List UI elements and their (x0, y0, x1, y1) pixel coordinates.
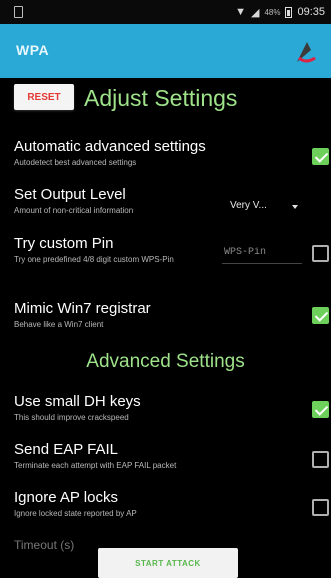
setting-small-dh-keys[interactable]: Use small DH keys This should improve cr… (0, 393, 331, 433)
battery-icon (285, 6, 293, 18)
output-level-value: Very V... (230, 200, 267, 211)
setting-custom-pin[interactable]: Try custom Pin Try one predefined 4/8 di… (0, 235, 331, 285)
setting-summary: Ignore locked state reported by AP (14, 509, 137, 518)
output-level-spinner[interactable]: Very V... (228, 197, 308, 217)
sim-card-icon (14, 6, 23, 18)
wps-pin-input[interactable] (222, 241, 302, 264)
automatic-advanced-checkbox[interactable] (312, 148, 329, 165)
custom-pin-checkbox[interactable] (312, 245, 329, 262)
start-attack-button[interactable]: START ATTACK (98, 548, 238, 578)
setting-title: Try custom Pin (14, 235, 114, 252)
setting-summary: Amount of non-critical information (14, 206, 134, 215)
status-bar: ▼ ◢ 48% 09:35 (0, 0, 331, 24)
setting-ignore-ap-locks[interactable]: Ignore AP locks Ignore locked state repo… (0, 489, 331, 529)
app-bar: WPA (0, 24, 331, 78)
ignore-ap-locks-checkbox[interactable] (312, 499, 329, 516)
setting-title: Set Output Level (14, 186, 126, 203)
dropdown-arrow-icon (292, 205, 298, 209)
setting-summary: Autodetect best advanced settings (14, 158, 137, 167)
setting-summary: This should improve crackspeed (14, 413, 129, 422)
setting-title: Mimic Win7 registrar (14, 300, 151, 317)
settings-header: RESET Adjust Settings (0, 78, 331, 124)
setting-summary: Try one predefined 4/8 digit custom WPS-… (14, 255, 174, 264)
reset-button[interactable]: RESET (14, 84, 74, 110)
setting-send-eap-fail[interactable]: Send EAP FAIL Terminate each attempt wit… (0, 441, 331, 481)
signal-icon: ◢ (250, 6, 260, 19)
status-icons: ▼ ◢ 48% 09:35 (235, 4, 325, 20)
section-title-advanced-settings: Advanced Settings (86, 351, 245, 372)
setting-title: Use small DH keys (14, 393, 141, 410)
status-time: 09:35 (297, 6, 325, 18)
small-dh-keys-checkbox[interactable] (312, 401, 329, 418)
section-title-adjust-settings: Adjust Settings (84, 85, 238, 111)
setting-title: Ignore AP locks (14, 489, 118, 506)
mimic-win7-checkbox[interactable] (312, 307, 329, 324)
battery-percent: 48% (264, 7, 281, 17)
setting-automatic-advanced[interactable]: Automatic advanced settings Autodetect b… (0, 138, 331, 178)
setting-mimic-win7[interactable]: Mimic Win7 registrar Behave like a Win7 … (0, 300, 331, 340)
setting-output-level[interactable]: Set Output Level Amount of non-critical … (0, 186, 331, 226)
setting-summary: Terminate each attempt with EAP FAIL pac… (14, 461, 177, 470)
setting-title: Automatic advanced settings (14, 138, 206, 155)
app-title: WPA (16, 42, 50, 58)
anchor-logo-icon (297, 42, 317, 63)
send-eap-fail-checkbox[interactable] (312, 451, 329, 468)
partial-setting-title: Timeout (s) (14, 538, 75, 552)
wifi-icon: ▼ (235, 6, 246, 18)
setting-title: Send EAP FAIL (14, 441, 118, 458)
setting-summary: Behave like a Win7 client (14, 320, 104, 329)
